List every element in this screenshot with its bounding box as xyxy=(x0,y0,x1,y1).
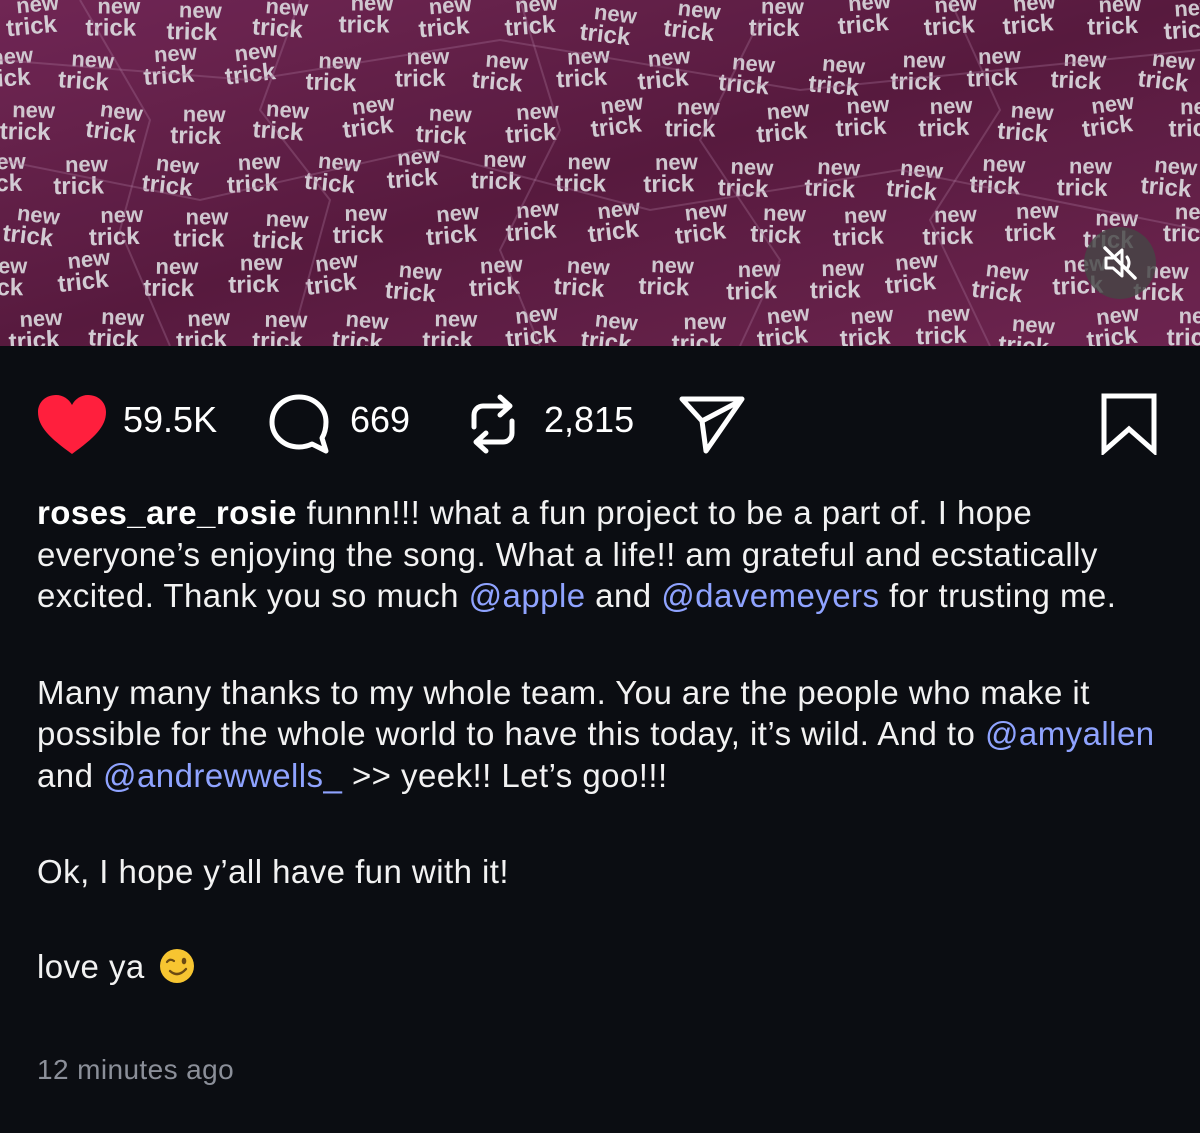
share-icon[interactable] xyxy=(676,391,748,457)
heart-icon[interactable] xyxy=(36,394,108,456)
post-caption: roses_are_rosie funnn!!! what a fun proj… xyxy=(37,492,1167,987)
wink-emoji-icon xyxy=(160,948,195,983)
bookmark-icon[interactable] xyxy=(1100,393,1158,455)
caption-paragraph-2: Many many thanks to my whole team. You a… xyxy=(37,672,1167,797)
caption-username[interactable]: roses_are_rosie xyxy=(37,494,297,531)
mention-apple[interactable]: @apple xyxy=(469,577,586,614)
mute-button[interactable] xyxy=(1084,227,1156,299)
caption-text: and xyxy=(37,756,104,794)
mention-davemeyers[interactable]: @davemeyers xyxy=(661,577,879,614)
post-actions-bar: 59.5K 669 2,815 xyxy=(0,346,1200,496)
like-count[interactable]: 59.5K xyxy=(123,400,217,440)
comment-count[interactable]: 669 xyxy=(350,400,410,440)
post-media[interactable]: new trick new trick new trick new trick new trick… xyxy=(0,0,1200,346)
mute-icon xyxy=(1103,246,1137,280)
caption-paragraph-3: Ok, I hope y’all have fun with it! xyxy=(37,853,510,890)
post-timestamp: 12 minutes ago xyxy=(37,1054,235,1085)
caption-text: for trusting me. xyxy=(879,577,1117,614)
caption-paragraph-4: love ya xyxy=(37,946,1167,988)
mention-amyallen[interactable]: @amyallen xyxy=(985,715,1155,752)
mention-andrewwells[interactable]: @andrewwells_ xyxy=(103,757,342,794)
caption-paragraph-1: roses_are_rosie funnn!!! what a fun proj… xyxy=(37,492,1167,617)
caption-text: love ya xyxy=(37,947,145,985)
comment-icon[interactable] xyxy=(266,391,332,457)
caption-text: Many many thanks to my whole team. You a… xyxy=(37,673,1090,753)
repost-count[interactable]: 2,815 xyxy=(544,400,634,440)
repost-icon[interactable] xyxy=(462,391,524,457)
caption-text: >> yeek!! Let’s goo!!! xyxy=(342,756,668,794)
media-pattern: newtricknewtricknewtricknewtricknewtrick… xyxy=(0,0,1200,346)
caption-text: and xyxy=(585,577,662,614)
